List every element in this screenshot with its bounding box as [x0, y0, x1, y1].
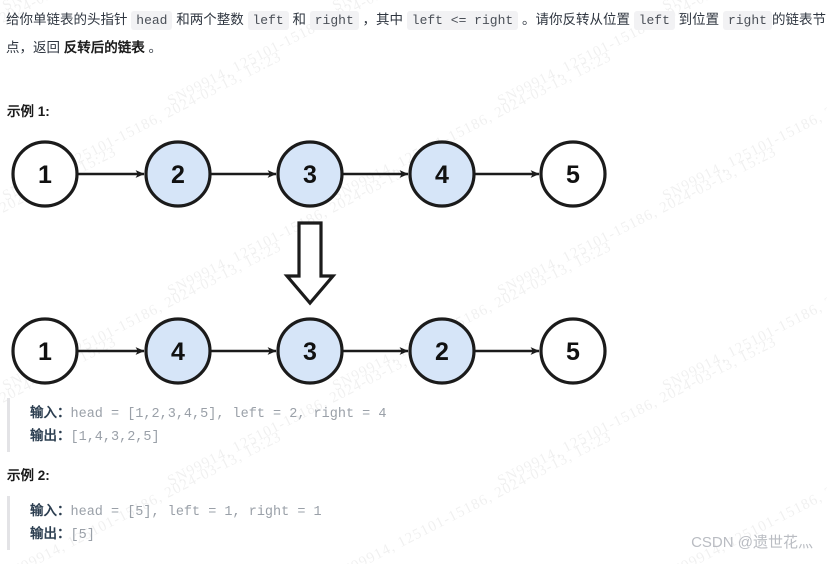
problem-text-5: 。请你反转从位置	[518, 12, 634, 27]
inline-code-left-2: left	[633, 11, 675, 30]
problem-text-4: ，其中	[358, 12, 407, 27]
example-2-title: 示例 2:	[7, 468, 50, 483]
inline-code-head: head	[131, 11, 173, 30]
list-node-value: 1	[38, 338, 52, 366]
list-node-value: 2	[435, 338, 449, 366]
list-node-value: 5	[566, 338, 580, 366]
inline-code-comparison: left <= right	[406, 11, 519, 30]
page-root: 给你单链表的头指针 head 和两个整数 left 和 right ，其中 le…	[0, 0, 827, 564]
problem-text-3: 和	[288, 12, 310, 27]
example-1-input-label: 输入：	[30, 405, 71, 420]
example-1-output-value: [1,4,3,2,5]	[70, 430, 160, 445]
after-list-group: 1 4 3 2 5	[11, 317, 607, 385]
example-1-output-label: 输出：	[30, 428, 71, 443]
example-2-output-value: [5]	[70, 528, 95, 543]
problem-text-1: 给你单链表的头指针	[6, 12, 132, 27]
example-2-code: 输入：head = [5], left = 1, right = 1 输出：[5…	[7, 496, 322, 550]
list-node-value: 2	[171, 161, 185, 189]
list-node-value: 3	[303, 338, 317, 366]
list-node-value: 3	[303, 161, 317, 189]
problem-text-emphasis: 反转后的链表	[63, 40, 145, 55]
problem-statement: 给你单链表的头指针 head 和两个整数 left 和 right ，其中 le…	[6, 6, 827, 61]
problem-text-2: 和两个整数	[172, 12, 248, 27]
before-list-group: 1 2 3 4 5	[11, 140, 607, 208]
inline-code-right: right	[309, 11, 359, 30]
list-node-value: 4	[171, 338, 185, 366]
example-1-code: 输入：head = [1,2,3,4,5], left = 2, right =…	[7, 398, 386, 452]
list-node-value: 1	[38, 161, 52, 189]
inline-code-left: left	[247, 11, 289, 30]
example-1-title: 示例 1:	[7, 104, 50, 119]
inline-code-right-2: right	[722, 11, 772, 30]
problem-text-6: 到位置	[674, 12, 723, 27]
down-block-arrow-icon	[283, 221, 337, 306]
example-1-input-value: head = [1,2,3,4,5], left = 2, right = 4	[70, 407, 387, 422]
linked-list-diagram: 1 2 3 4 5 1 4 3 2 5	[11, 140, 607, 385]
list-node-value: 5	[566, 161, 580, 189]
problem-text-8: 。	[144, 40, 163, 55]
list-node-value: 4	[435, 161, 449, 189]
example-2-input-label: 输入：	[30, 503, 71, 518]
example-2-output-label: 输出：	[30, 526, 71, 541]
example-2-input-value: head = [5], left = 1, right = 1	[70, 505, 322, 520]
csdn-watermark: CSDN @遗世花灬	[691, 534, 813, 551]
